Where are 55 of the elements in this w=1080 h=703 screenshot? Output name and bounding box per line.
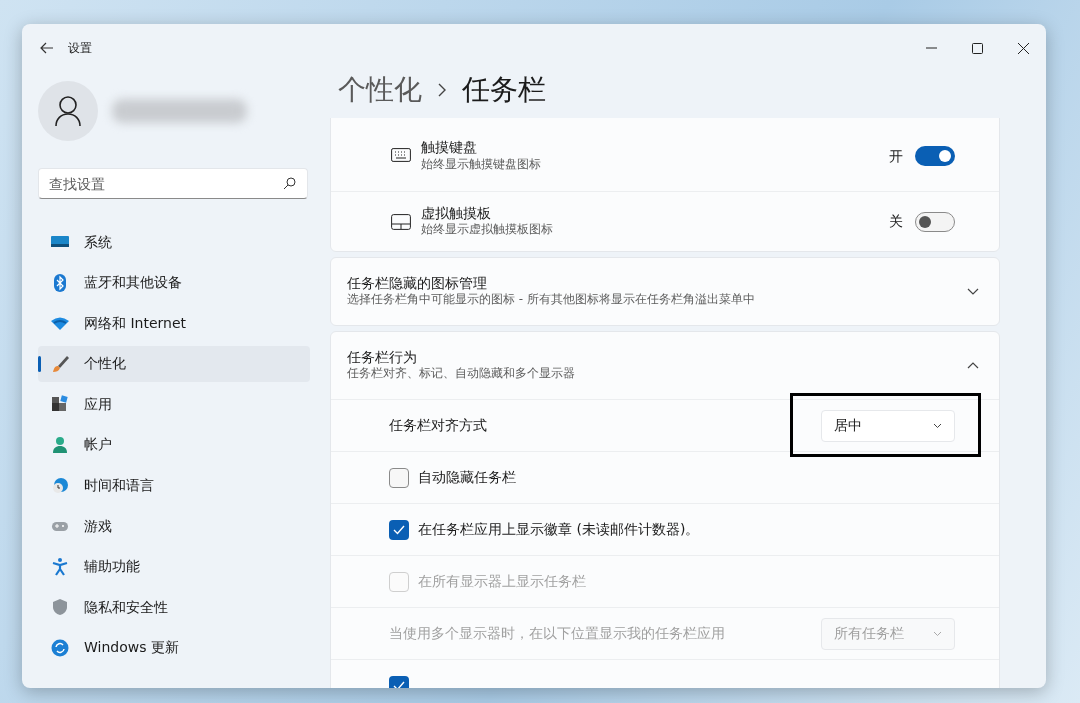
setting-title: 虚拟触摸板 xyxy=(421,204,492,223)
chevron-up-icon[interactable] xyxy=(967,362,979,369)
person-icon xyxy=(50,434,70,455)
toggle-switch[interactable] xyxy=(915,146,955,166)
nav-item[interactable]: 个性化 xyxy=(38,345,310,382)
nav-item[interactable]: 隐私和安全性 xyxy=(38,589,310,626)
nav-item[interactable]: 系统 xyxy=(38,224,310,260)
chevron-right-icon xyxy=(438,83,446,97)
nav-item[interactable]: 应用 xyxy=(38,386,310,423)
search-icon xyxy=(283,177,296,190)
toggle-state-label: 开 xyxy=(889,146,903,166)
section-title: 任务栏行为 xyxy=(347,348,418,367)
section-title: 任务栏隐藏的图标管理 xyxy=(347,274,488,293)
checkbox[interactable] xyxy=(389,519,409,540)
breadcrumb-parent[interactable]: 个性化 xyxy=(338,69,422,111)
toggle-state-label: 关 xyxy=(889,212,903,231)
accessibility-icon xyxy=(50,556,70,577)
paintbrush-icon xyxy=(50,353,70,374)
nav-item[interactable]: 辅助功能 xyxy=(38,548,310,585)
close-icon xyxy=(1017,42,1029,54)
shield-icon xyxy=(50,597,70,618)
keyboard-icon xyxy=(391,148,411,164)
page-title: 任务栏 xyxy=(462,72,546,108)
chevron-down-icon xyxy=(933,630,942,637)
clock-globe-icon xyxy=(50,475,70,496)
nav-item[interactable]: 网络和 Internet xyxy=(38,305,310,342)
maximize-icon xyxy=(971,42,983,54)
setting-description: 始终显示触摸键盘图标 xyxy=(421,156,541,173)
nav-item[interactable]: 时间和语言 xyxy=(38,467,310,504)
checkbox[interactable] xyxy=(389,467,409,488)
touchpad-icon xyxy=(391,213,411,230)
back-arrow-icon[interactable] xyxy=(40,42,54,54)
window-title: 设置 xyxy=(68,40,92,57)
chevron-down-icon xyxy=(933,422,942,429)
nav-item[interactable]: 游戏 xyxy=(38,508,310,545)
checkbox-label: 在任务栏应用上显示徽章 (未读邮件计数器)。 xyxy=(418,520,700,539)
toggle-switch[interactable] xyxy=(915,211,955,232)
nav-item[interactable]: 蓝牙和其他设备 xyxy=(38,264,310,301)
nav-item[interactable]: 帐户 xyxy=(38,426,310,463)
sync-circle-icon xyxy=(50,637,70,658)
chevron-down-icon[interactable] xyxy=(967,288,979,295)
checkmark-icon xyxy=(393,524,405,535)
checkbox-label: 自动隐藏任务栏 xyxy=(418,468,516,487)
setting-title: 触摸键盘 xyxy=(421,139,478,157)
checkbox-label: 在所有显示器上显示任务栏 xyxy=(418,572,586,591)
search-field[interactable]: 查找设置 xyxy=(38,168,308,199)
nav-item[interactable]: Windows 更新 xyxy=(38,629,310,666)
setting-description: 始终显示虚拟触摸板图标 xyxy=(421,222,553,239)
checkmark-icon xyxy=(393,680,405,688)
setting-label: 任务栏对齐方式 xyxy=(389,416,487,435)
section-description: 选择任务栏角中可能显示的图标 - 所有其他图标将显示在任务栏角溢出菜单中 xyxy=(347,292,755,309)
section-description: 任务栏对齐、标记、自动隐藏和多个显示器 xyxy=(347,366,575,383)
setting-label: 当使用多个显示器时，在以下位置显示我的任务栏应用 xyxy=(389,624,725,643)
dropdown[interactable]: 居中 xyxy=(821,409,955,442)
minimize-icon xyxy=(925,47,937,49)
